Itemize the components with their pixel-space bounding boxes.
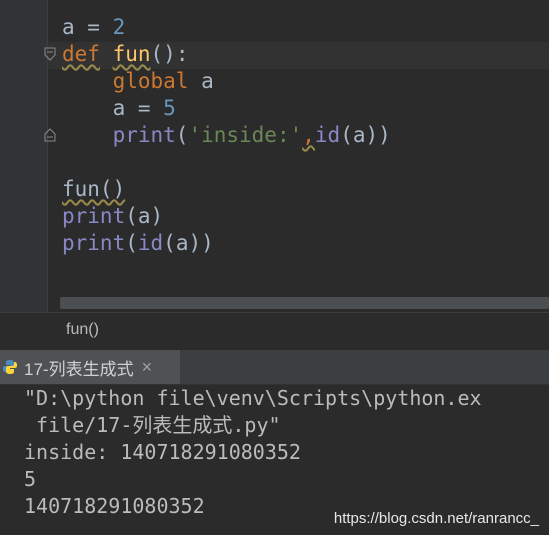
breadcrumb[interactable]: fun() — [0, 312, 549, 351]
console-line: "D:\python file\venv\Scripts\python.ex — [24, 386, 482, 410]
builtin-print: print — [62, 231, 126, 255]
variable: a — [62, 15, 75, 39]
builtin-id: id — [314, 123, 341, 147]
builtin-id: id — [137, 231, 164, 255]
code-line-3[interactable]: global a — [62, 68, 214, 95]
editor-gutter — [0, 0, 48, 312]
code-line-2[interactable]: def fun(): — [62, 41, 188, 68]
number-literal: 2 — [112, 15, 126, 39]
code-line-9[interactable]: print(id(a)) — [62, 230, 214, 257]
operator: = — [125, 96, 164, 120]
function-name: fun — [112, 42, 151, 66]
console-line: 140718291080352 — [24, 494, 205, 518]
function-call: fun() — [62, 177, 126, 201]
fold-start-icon[interactable] — [44, 47, 56, 61]
python-icon — [2, 359, 18, 375]
run-tab[interactable]: 17-列表生成式 × — [0, 350, 180, 384]
code-line-8[interactable]: print(a) — [62, 203, 163, 230]
breadcrumb-item[interactable]: fun() — [66, 321, 99, 339]
paren: ( — [125, 231, 138, 255]
number-literal: 5 — [163, 96, 176, 120]
console-line: file/17-列表生成式.py" — [24, 413, 281, 437]
code-editor[interactable]: a = 2 def fun(): global a a = 5 print('i… — [0, 0, 549, 312]
horizontal-scrollbar[interactable] — [60, 297, 549, 309]
builtin-print: print — [112, 123, 176, 147]
code-line-1[interactable]: a = 2 — [62, 14, 125, 41]
watermark: https://blog.csdn.net/ranrancc_ — [333, 510, 539, 527]
args: (a) — [125, 204, 164, 228]
builtin-print: print — [62, 204, 126, 228]
code-line-4[interactable]: a = 5 — [62, 95, 176, 122]
console-line: 5 — [24, 467, 37, 491]
keyword-def: def — [62, 42, 100, 66]
variable: a — [112, 96, 126, 120]
params: (): — [150, 42, 189, 66]
args: (a)) — [163, 231, 214, 255]
code-line-7[interactable]: fun() — [62, 176, 125, 203]
fold-end-icon[interactable] — [44, 128, 56, 142]
code-line-5[interactable]: print('inside:',id(a)) — [62, 122, 391, 149]
paren: ( — [175, 123, 189, 147]
close-icon[interactable]: × — [142, 357, 153, 378]
comma-warning: , — [302, 123, 315, 147]
run-tabbar: 17-列表生成式 × — [0, 350, 549, 385]
string-literal: 'inside:' — [188, 123, 303, 147]
run-tab-label: 17-列表生成式 — [24, 359, 134, 379]
console-line: inside: 140718291080352 — [24, 440, 301, 464]
args: (a)) — [340, 123, 391, 147]
keyword-global: global — [112, 69, 189, 93]
global-var: a — [188, 69, 214, 93]
operator: = — [74, 15, 113, 39]
